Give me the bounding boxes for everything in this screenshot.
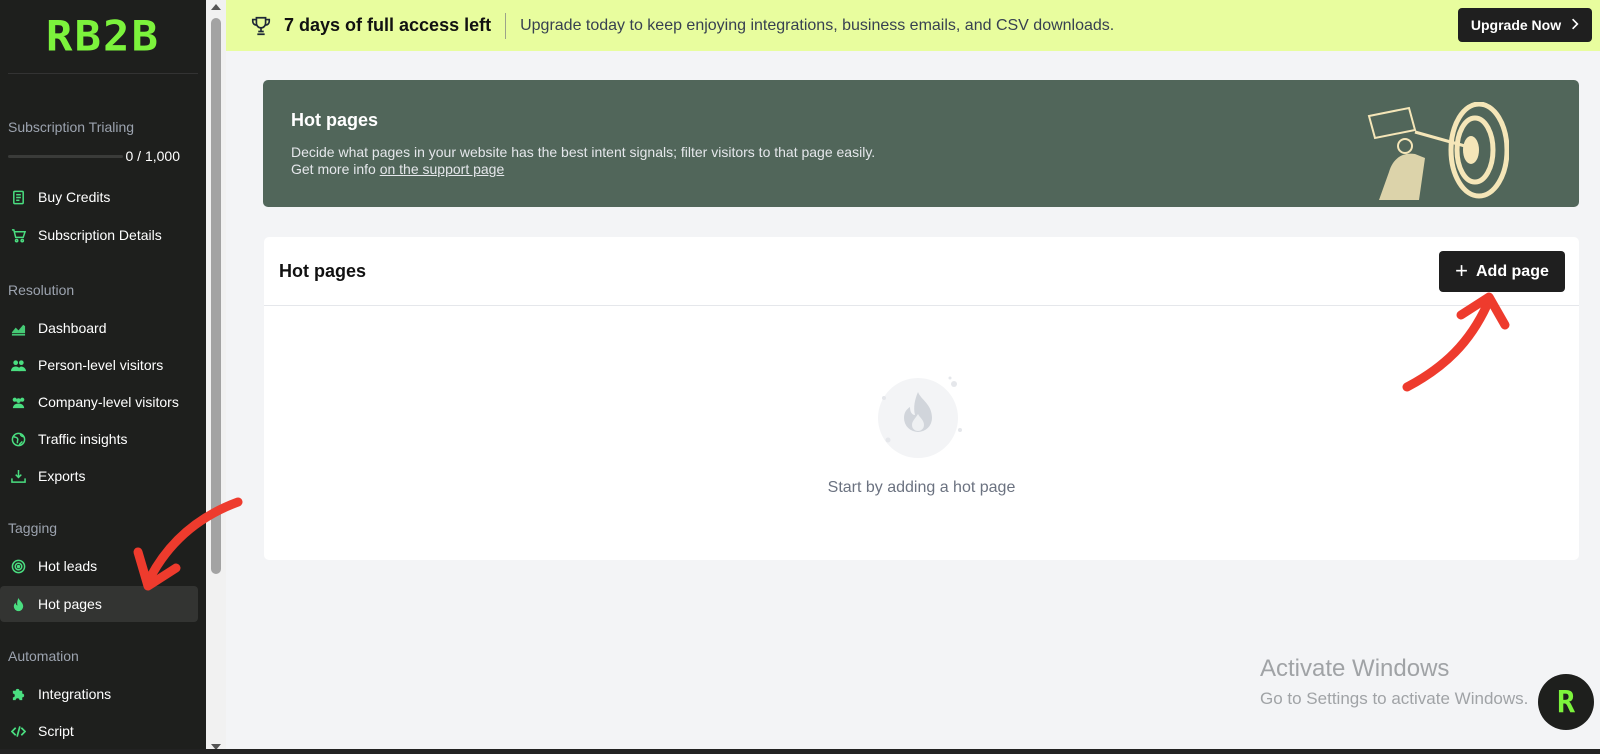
- sidebar-item-buy-credits[interactable]: Buy Credits: [0, 179, 198, 215]
- sidebar-item-label: Dashboard: [38, 320, 107, 336]
- sidebar-scrollbar[interactable]: [206, 0, 226, 754]
- card-title: Hot pages: [279, 260, 367, 281]
- plus-icon: +: [1455, 257, 1468, 283]
- download-icon: [10, 468, 26, 484]
- sidebar-item-label: Script: [38, 723, 74, 739]
- sidebar-item-label: Buy Credits: [38, 189, 111, 205]
- chevron-right-icon: [1571, 17, 1579, 33]
- sidebar-item-label: Company-level visitors: [38, 394, 179, 410]
- card-header: Hot pages: [264, 237, 1579, 306]
- sidebar-item-label: Person-level visitors: [38, 357, 164, 373]
- upgrade-now-button[interactable]: Upgrade Now: [1458, 8, 1592, 42]
- sidebar-item-label: Hot leads: [38, 558, 98, 574]
- scroll-up-icon[interactable]: [211, 4, 221, 10]
- trial-banner: 7 days of full access left Upgrade today…: [226, 0, 1600, 51]
- sidebar-item-label: Integrations: [38, 686, 112, 702]
- cart-icon: [10, 227, 26, 243]
- support-page-link[interactable]: on the support page: [380, 161, 505, 177]
- receipt-icon: [10, 189, 26, 205]
- code-icon: [10, 723, 26, 739]
- empty-flame-icon: [878, 376, 962, 458]
- sidebar-item-label: Exports: [38, 468, 86, 484]
- watermark-subtitle: Go to Settings to activate Windows.: [1260, 689, 1529, 708]
- empty-state-text: Start by adding a hot page: [827, 479, 1016, 496]
- subscription-status: Subscription Trialing: [8, 119, 135, 135]
- section-automation: Automation: [8, 648, 79, 664]
- windows-activation-watermark: Activate Windows Go to Settings to activ…: [1260, 655, 1528, 709]
- support-chat-button[interactable]: R: [1538, 674, 1594, 730]
- logo-text: RB2B: [46, 12, 160, 61]
- logo[interactable]: RB2B: [8, 0, 198, 74]
- sidebar-item-dashboard[interactable]: Dashboard: [0, 310, 198, 346]
- sidebar: RB2B Subscription Trialing 0 / 1,000 Buy…: [0, 0, 206, 754]
- section-tagging: Tagging: [8, 520, 58, 536]
- hero-description: Decide what pages in your website has th…: [291, 144, 875, 178]
- section-resolution: Resolution: [8, 282, 75, 298]
- hero-title: Hot pages: [291, 110, 379, 130]
- globe-icon: [10, 431, 26, 447]
- add-page-label: Add page: [1475, 262, 1549, 280]
- upgrade-now-label: Upgrade Now: [1470, 17, 1562, 33]
- sidebar-item-label: Hot pages: [38, 596, 102, 612]
- sidebar-item-subscription-details[interactable]: Subscription Details: [0, 217, 198, 253]
- watermark-title: Activate Windows: [1260, 655, 1450, 682]
- sidebar-item-exports[interactable]: Exports: [0, 458, 198, 494]
- company-users-icon: [10, 394, 26, 410]
- sidebar-item-label: Subscription Details: [38, 227, 162, 243]
- hero-description-text: Decide what pages in your website has th…: [291, 144, 876, 160]
- taskbar-strip: [0, 749, 1600, 754]
- sidebar-item-script[interactable]: Script: [0, 713, 198, 749]
- users-icon: [10, 357, 26, 373]
- hot-pages-hero: Hot pages Decide what pages in your webs…: [263, 80, 1579, 207]
- target-illustration-icon: [1367, 102, 1509, 200]
- hero-more-prefix: Get more info: [291, 161, 380, 177]
- trial-days-left: 7 days of full access left: [284, 15, 492, 35]
- flame-icon: [10, 596, 26, 612]
- trophy-icon: [250, 15, 272, 37]
- annotation-arrow-add-page: [1402, 292, 1510, 392]
- hero-more-info: Get more info on the support page: [291, 161, 875, 178]
- sidebar-item-person-level-visitors[interactable]: Person-level visitors: [0, 347, 198, 383]
- banner-message: Upgrade today to keep enjoying integrati…: [520, 16, 1115, 34]
- sidebar-item-label: Traffic insights: [38, 431, 128, 447]
- sidebar-item-traffic-insights[interactable]: Traffic insights: [0, 421, 198, 457]
- puzzle-icon: [10, 686, 26, 702]
- banner-divider: [505, 12, 507, 39]
- credits-value: 0 / 1,000: [125, 148, 181, 164]
- sidebar-item-company-level-visitors[interactable]: Company-level visitors: [0, 384, 198, 420]
- target-icon: [10, 558, 26, 574]
- credits-progress: 0 / 1,000: [0, 148, 206, 164]
- chart-icon: [10, 320, 26, 336]
- add-page-button[interactable]: + Add page: [1439, 251, 1565, 292]
- annotation-arrow-sidebar: [133, 497, 243, 591]
- chat-logo-icon: R: [1556, 684, 1576, 720]
- credits-progress-bar: [8, 154, 123, 158]
- hot-pages-card: Hot pages + Add page Start by adding a h…: [264, 237, 1579, 560]
- sidebar-item-integrations[interactable]: Integrations: [0, 676, 198, 712]
